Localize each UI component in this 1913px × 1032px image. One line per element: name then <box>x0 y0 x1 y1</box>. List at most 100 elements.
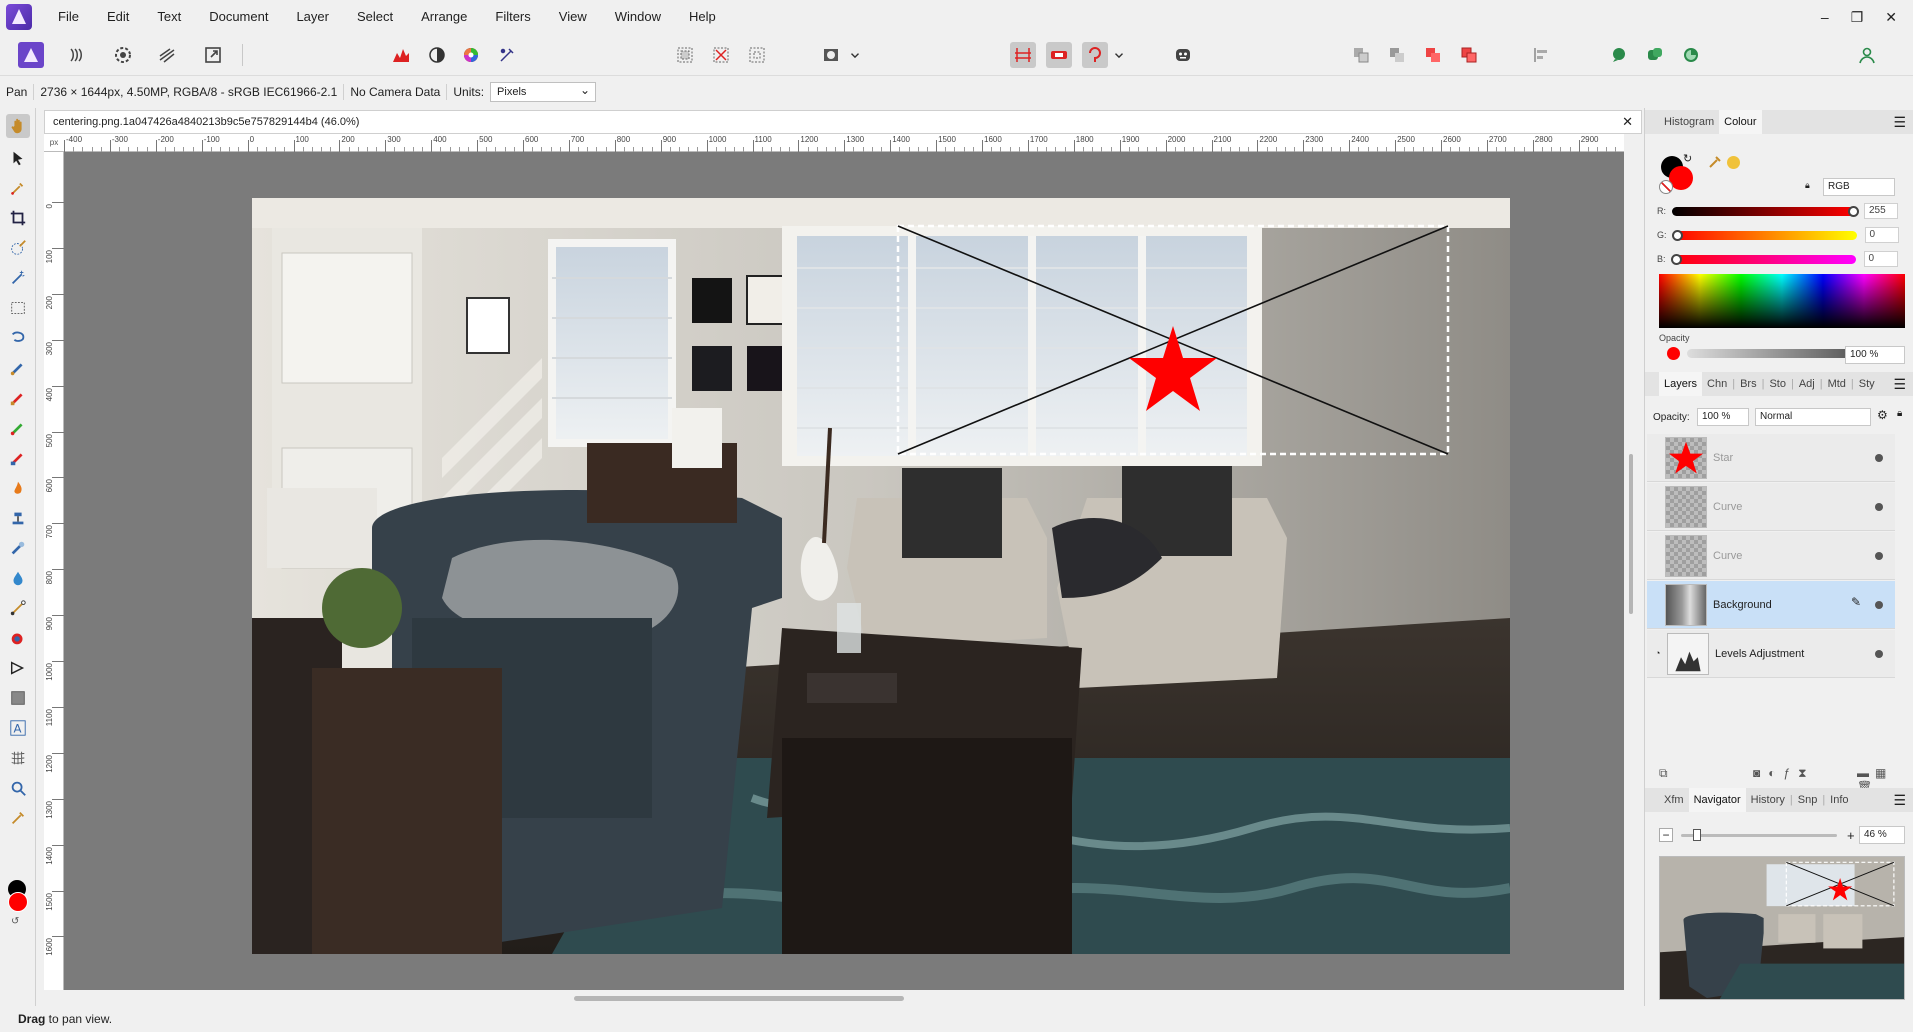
document-tab[interactable]: centering.png.1a047426a4840213b9c5e75782… <box>44 110 1642 134</box>
menu-filters[interactable]: Filters <box>481 0 544 34</box>
horizontal-scrollbar[interactable] <box>44 990 1638 1006</box>
blur-brush-tool-icon[interactable] <box>6 536 30 560</box>
zoom-in-button[interactable]: + <box>1847 828 1855 843</box>
green-slider-knob[interactable] <box>1671 229 1683 241</box>
marquee-tool-icon[interactable] <box>6 296 30 320</box>
histogram-auto-levels-icon[interactable] <box>388 42 414 68</box>
move-back-one-icon[interactable] <box>1384 42 1410 68</box>
colour-mode-select[interactable]: RGB <box>1823 178 1895 196</box>
tone-mapping-persona-icon[interactable] <box>154 42 180 68</box>
zoom-tool-icon[interactable] <box>6 776 30 800</box>
paint-brush-tool-icon[interactable] <box>6 356 30 380</box>
no-fill-icon[interactable] <box>1659 180 1673 194</box>
share-icon[interactable] <box>1642 42 1668 68</box>
zoom-out-button[interactable]: − <box>1659 828 1673 842</box>
units-select[interactable]: Pixels <box>490 81 597 102</box>
layer-visibility-background[interactable] <box>1875 601 1883 609</box>
account-icon[interactable] <box>1854 42 1880 68</box>
blue-slider-knob[interactable] <box>1670 253 1682 265</box>
close-window-button[interactable]: ✕ <box>1885 9 1897 26</box>
invert-selection-icon[interactable] <box>744 42 770 68</box>
tab-layers[interactable]: Layers <box>1659 372 1703 396</box>
quick-mask-dropdown-icon[interactable] <box>848 42 862 68</box>
erase-brush-tool-icon[interactable] <box>6 446 30 470</box>
auto-colour-icon[interactable] <box>458 42 484 68</box>
dodge-burn-tool-icon[interactable] <box>6 476 30 500</box>
layer-settings-gear-icon[interactable]: ⚙ <box>1877 408 1888 422</box>
tab-navigator[interactable]: Navigator <box>1688 788 1746 812</box>
tab-transform[interactable]: Xfm <box>1659 788 1689 812</box>
liquify-persona-icon[interactable] <box>64 42 90 68</box>
tab-channels[interactable]: Chn <box>1702 372 1732 396</box>
sync-icon[interactable] <box>1678 42 1704 68</box>
horizontal-scroll-thumb[interactable] <box>574 996 904 1001</box>
lock-icon[interactable]: 🔒︎ <box>1805 180 1810 191</box>
auto-contrast-icon[interactable] <box>424 42 450 68</box>
menu-text[interactable]: Text <box>143 0 195 34</box>
green-value[interactable]: 0 <box>1864 227 1899 243</box>
chat-bubble-icon[interactable] <box>1606 42 1632 68</box>
hand-tool-icon[interactable] <box>6 114 30 138</box>
quick-mask-icon[interactable] <box>818 42 844 68</box>
swap-colour-icon[interactable]: ↻ <box>1683 152 1692 165</box>
tab-snapshots[interactable]: Snp <box>1793 788 1823 812</box>
zoom-slider[interactable] <box>1681 829 1837 841</box>
selection-mode-icon[interactable] <box>672 42 698 68</box>
layer-lock-icon[interactable]: 🔒︎ <box>1897 408 1902 419</box>
menu-view[interactable]: View <box>545 0 601 34</box>
gradient-tool-icon[interactable] <box>6 596 30 620</box>
layer-visibility-curve-1[interactable] <box>1875 503 1883 511</box>
colour-replacement-tool-icon[interactable] <box>6 416 30 440</box>
snapping-icon[interactable] <box>1010 42 1036 68</box>
clone-tool-icon[interactable] <box>6 506 30 530</box>
layer-row-curve-2[interactable]: Curve <box>1647 532 1895 580</box>
move-to-back-icon[interactable] <box>1348 42 1374 68</box>
tab-adjustments[interactable]: Adj <box>1794 372 1820 396</box>
pixel-tool-icon[interactable] <box>6 386 30 410</box>
restore-button[interactable]: ❐ <box>1851 9 1864 26</box>
layer-row-curve-1[interactable]: Curve <box>1647 483 1895 531</box>
snapping-dropdown-icon[interactable] <box>1112 42 1126 68</box>
layer-row-levels[interactable]: ◔ Levels Adjustment <box>1647 630 1895 678</box>
document-image[interactable] <box>252 198 1510 954</box>
eyedropper-icon[interactable] <box>1707 154 1723 170</box>
blend-mode-select[interactable]: Normal <box>1755 408 1871 426</box>
navigator-panel-menu-icon[interactable]: ☰ <box>1893 792 1906 809</box>
picked-colour-swatch[interactable] <box>1727 156 1740 169</box>
opacity-slider[interactable] <box>1687 348 1862 359</box>
red-slider[interactable] <box>1672 205 1859 217</box>
layers-panel-menu-icon[interactable]: ☰ <box>1893 376 1906 393</box>
blue-slider[interactable] <box>1670 253 1856 265</box>
menu-document[interactable]: Document <box>195 0 282 34</box>
tab-stock[interactable]: Sto <box>1764 372 1791 396</box>
tab-colour[interactable]: Colour <box>1719 110 1762 134</box>
assistant-icon[interactable] <box>1046 42 1072 68</box>
eyedropper-tool-icon[interactable] <box>6 806 30 830</box>
layer-opacity-value[interactable]: 100 % <box>1697 408 1749 426</box>
rectangle-tool-icon[interactable] <box>6 686 30 710</box>
menu-help[interactable]: Help <box>675 0 730 34</box>
zoom-slider-knob[interactable] <box>1693 829 1701 841</box>
colour-picker-tool-icon[interactable] <box>6 176 30 200</box>
tab-metadata[interactable]: Mtd <box>1823 372 1851 396</box>
vertical-scrollbar[interactable] <box>1624 134 1638 990</box>
layer-visibility-levels[interactable] <box>1875 650 1883 658</box>
tab-brushes[interactable]: Brs <box>1735 372 1762 396</box>
menu-file[interactable]: File <box>44 0 93 34</box>
menu-edit[interactable]: Edit <box>93 0 143 34</box>
auto-white-balance-icon[interactable] <box>494 42 520 68</box>
red-value[interactable]: 255 <box>1864 203 1898 219</box>
freehand-select-tool-icon[interactable] <box>6 326 30 350</box>
sponge-tool-icon[interactable] <box>6 566 30 590</box>
panel-menu-icon[interactable]: ☰ <box>1893 114 1906 131</box>
menu-arrange[interactable]: Arrange <box>407 0 481 34</box>
mesh-warp-tool-icon[interactable] <box>6 746 30 770</box>
layer-row-star[interactable]: Star <box>1647 434 1895 482</box>
menu-layer[interactable]: Layer <box>282 0 343 34</box>
swap-colours-icon[interactable]: ↺ <box>11 916 19 927</box>
crop-tool-icon[interactable] <box>6 206 30 230</box>
colour-spectrum[interactable] <box>1659 274 1905 328</box>
selection-brush-tool-icon[interactable] <box>6 236 30 260</box>
zoom-value[interactable]: 46 % <box>1859 826 1905 844</box>
pen-tool-icon[interactable] <box>6 656 30 680</box>
